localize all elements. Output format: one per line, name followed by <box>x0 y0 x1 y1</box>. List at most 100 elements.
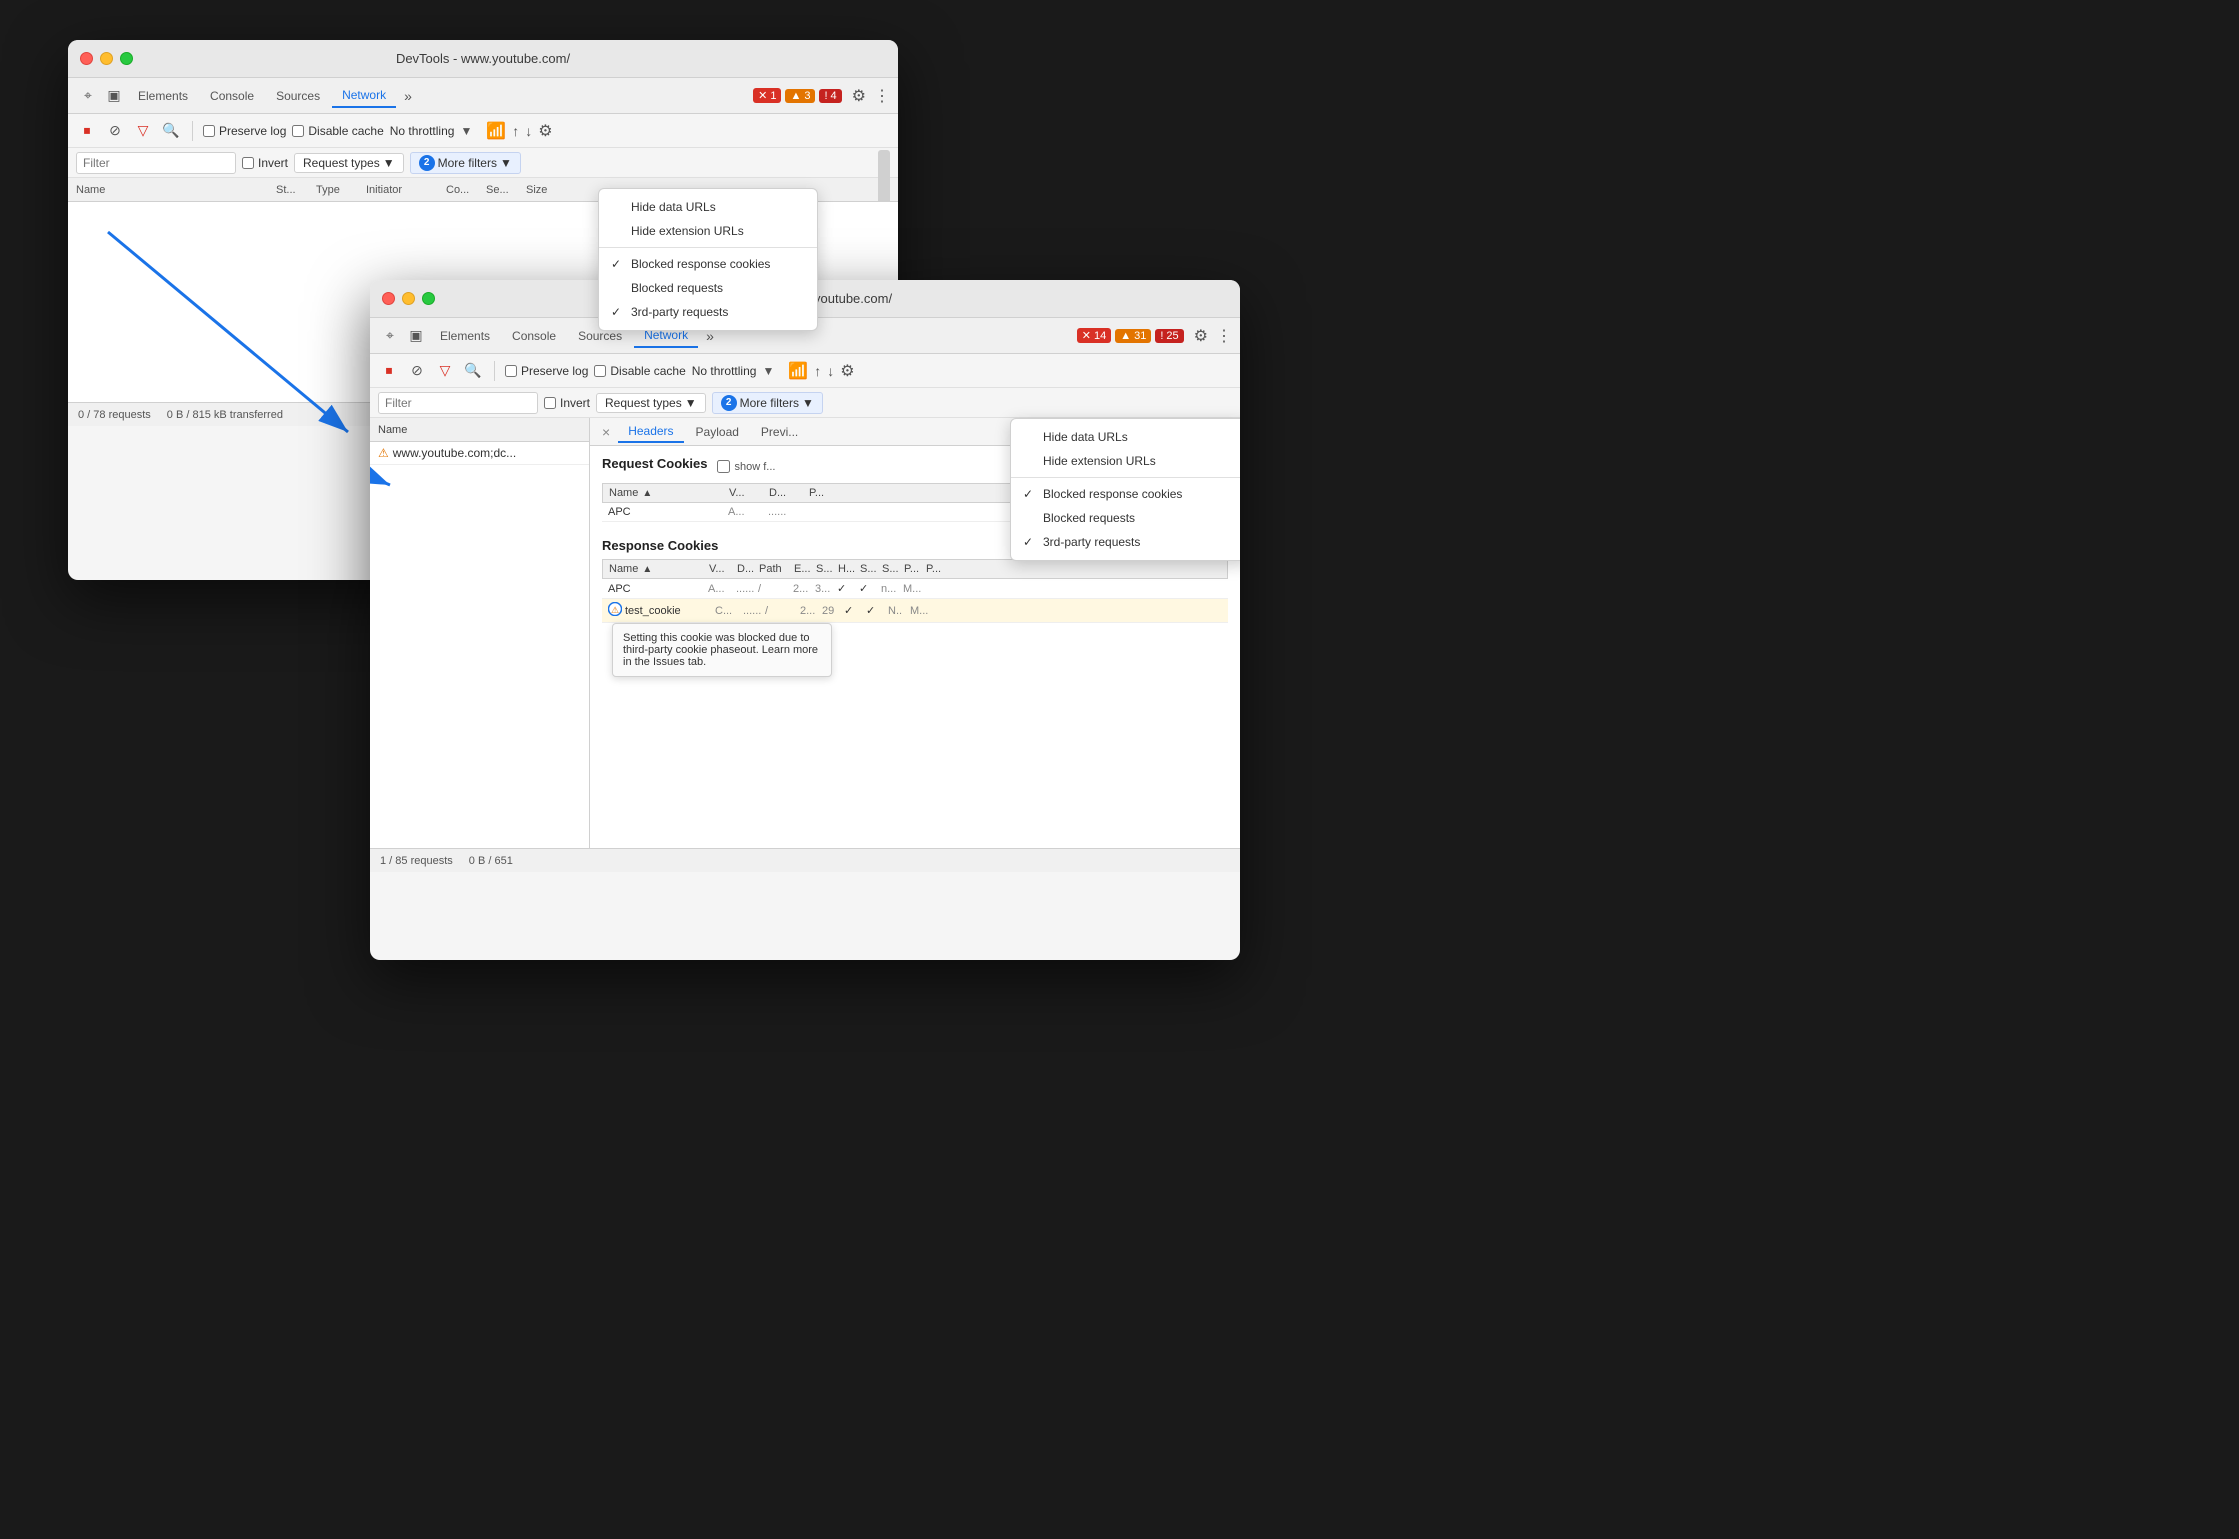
detail-tab-preview-2[interactable]: Previ... <box>751 422 808 442</box>
clear-btn-2[interactable]: ⊘ <box>406 360 428 382</box>
minimize-button-1[interactable] <box>100 52 113 65</box>
tab-console-2[interactable]: Console <box>502 325 566 347</box>
info-icon-1: ! <box>824 90 827 102</box>
col-co-header-1: Co... <box>446 184 486 196</box>
throttle-arrow-1[interactable]: ▼ <box>460 124 472 138</box>
more-filters-btn-2[interactable]: 2 More filters ▼ <box>712 392 823 414</box>
info-badge-2: ! 25 <box>1155 329 1183 343</box>
download-icon-1[interactable]: ↓ <box>525 123 532 139</box>
settings-btn-2[interactable]: ⚙ <box>840 361 854 381</box>
resp-test-s3-2: N.. <box>888 605 910 617</box>
filter-input-2[interactable] <box>378 392 538 414</box>
stop-btn-1[interactable]: ⏹ <box>76 120 98 142</box>
resp-apc-v-2: A... <box>708 583 736 595</box>
dropdown-hide-data-2[interactable]: Hide data URLs <box>1011 425 1240 449</box>
throttle-select-2[interactable]: No throttling <box>692 364 757 378</box>
dropdown-3rd-party-1[interactable]: ✓ 3rd-party requests <box>599 300 817 324</box>
tab-elements-1[interactable]: Elements <box>128 85 198 107</box>
stop-btn-2[interactable]: ⏹ <box>378 360 400 382</box>
detail-close-btn-2[interactable]: × <box>596 424 616 440</box>
filter-btn-2[interactable]: ▽ <box>434 360 456 382</box>
device-icon-2[interactable]: ▣ <box>404 324 428 348</box>
detail-tab-headers-2[interactable]: Headers <box>618 421 683 443</box>
dropdown-hide-data-1[interactable]: Hide data URLs <box>599 195 817 219</box>
name-table-header-2: Name <box>370 418 589 442</box>
resp-p-col-2: P... <box>904 563 926 575</box>
close-button-1[interactable] <box>80 52 93 65</box>
more-tabs-1[interactable]: » <box>398 84 418 108</box>
tab-elements-2[interactable]: Elements <box>430 325 500 347</box>
tab-sources-1[interactable]: Sources <box>266 85 330 107</box>
show-filtered-2[interactable]: show f... <box>717 460 775 473</box>
request-types-btn-1[interactable]: Request types ▼ <box>294 153 404 173</box>
name-col-header-2: Name <box>378 424 407 436</box>
invert-check-1[interactable]: Invert <box>242 156 288 170</box>
dropdown-hide-ext-1[interactable]: Hide extension URLs <box>599 219 817 243</box>
error-badge-2: ✕ 14 <box>1077 328 1111 343</box>
resp-p2-col-2: P... <box>926 563 948 575</box>
tabs-bar-1: ⌖ ▣ Elements Console Sources Network » ✕… <box>68 78 898 114</box>
more-filters-arrow-2: ▼ <box>802 396 814 410</box>
settings-icon-1[interactable]: ⚙ <box>852 86 866 106</box>
request-types-btn-2[interactable]: Request types ▼ <box>596 393 706 413</box>
settings-icon-2[interactable]: ⚙ <box>1194 326 1208 346</box>
dropdown-blocked-req-2[interactable]: Blocked requests <box>1011 506 1240 530</box>
throttle-select-1[interactable]: No throttling <box>390 124 455 138</box>
filter-btn-1[interactable]: ▽ <box>132 120 154 142</box>
transferred-2: 0 B / 651 <box>469 855 513 867</box>
preserve-log-1[interactable]: Preserve log <box>203 124 286 138</box>
devtools-window-2: DevTools - www.youtube.com/ ⌖ ▣ Elements… <box>370 280 1240 960</box>
device-icon-1[interactable]: ▣ <box>102 84 126 108</box>
error-badge-1: ✕ 1 <box>753 88 781 103</box>
resp-cookie-apc-2[interactable]: APC A... ...... / 2... 3... ✓ ✓ n... M..… <box>602 579 1228 599</box>
more-icon-2[interactable]: ⋮ <box>1216 326 1232 346</box>
throttle-arrow-2[interactable]: ▼ <box>762 364 774 378</box>
col-size-header-1: Size <box>526 184 576 196</box>
dropdown-blocked-resp-1[interactable]: ✓ Blocked response cookies <box>599 252 817 276</box>
cursor-icon-2[interactable]: ⌖ <box>378 324 402 348</box>
col-type-header-1: Type <box>316 184 366 196</box>
toolbar-2: ⏹ ⊘ ▽ 🔍 Preserve log Disable cache No th… <box>370 354 1240 388</box>
upload-icon-1[interactable]: ↑ <box>512 123 519 139</box>
req-v-col-2: V... <box>729 487 769 499</box>
dropdown-hide-ext-2[interactable]: Hide extension URLs <box>1011 449 1240 473</box>
tab-network-1[interactable]: Network <box>332 84 396 108</box>
toolbar-1: ⏹ ⊘ ▽ 🔍 Preserve log Disable cache No th… <box>68 114 898 148</box>
warning-badge-1: ▲ 3 <box>785 89 815 103</box>
disable-cache-2[interactable]: Disable cache <box>594 364 685 378</box>
filter-input-1[interactable] <box>76 152 236 174</box>
req-name-col-2: Name ▲ <box>609 487 729 499</box>
dropdown-3rd-party-2[interactable]: ✓ 3rd-party requests <box>1011 530 1240 554</box>
detail-tab-payload-2[interactable]: Payload <box>686 422 749 442</box>
req-apc-v-2: A... <box>728 506 768 518</box>
search-btn-2[interactable]: 🔍 <box>462 360 484 382</box>
clear-btn-1[interactable]: ⊘ <box>104 120 126 142</box>
maximize-button-1[interactable] <box>120 52 133 65</box>
settings-btn-1[interactable]: ⚙ <box>538 121 552 141</box>
minimize-button-2[interactable] <box>402 292 415 305</box>
arrow-container-2 <box>370 465 589 505</box>
more-filters-arrow-1: ▼ <box>500 156 512 170</box>
search-btn-1[interactable]: 🔍 <box>160 120 182 142</box>
invert-check-2[interactable]: Invert <box>544 396 590 410</box>
more-filters-btn-1[interactable]: 2 More filters ▼ <box>410 152 521 174</box>
traffic-lights-1 <box>80 52 133 65</box>
dropdown-blocked-req-1[interactable]: Blocked requests <box>599 276 817 300</box>
cursor-icon-1[interactable]: ⌖ <box>76 84 100 108</box>
resp-cookie-test-2[interactable]: ⚠ test_cookie C... ...... / 2... 29 ✓ ✓ … <box>602 599 1228 623</box>
more-icon-1[interactable]: ⋮ <box>874 86 890 106</box>
maximize-button-2[interactable] <box>422 292 435 305</box>
download-icon-2[interactable]: ↓ <box>827 363 834 379</box>
upload-icon-2[interactable]: ↑ <box>814 363 821 379</box>
tab-console-1[interactable]: Console <box>200 85 264 107</box>
window-title-1: DevTools - www.youtube.com/ <box>396 51 570 66</box>
dropdown-blocked-resp-2[interactable]: ✓ Blocked response cookies <box>1011 482 1240 506</box>
test-cookie-warning-icon-2: ⚠ <box>608 602 622 619</box>
dropdown-divider-1 <box>599 247 817 248</box>
check-icon-blocked-resp-2: ✓ <box>1023 487 1033 501</box>
disable-cache-1[interactable]: Disable cache <box>292 124 383 138</box>
close-button-2[interactable] <box>382 292 395 305</box>
preserve-log-2[interactable]: Preserve log <box>505 364 588 378</box>
resp-s-col-2: S... <box>816 563 838 575</box>
check-icon-3rd-2: ✓ <box>1023 535 1033 549</box>
